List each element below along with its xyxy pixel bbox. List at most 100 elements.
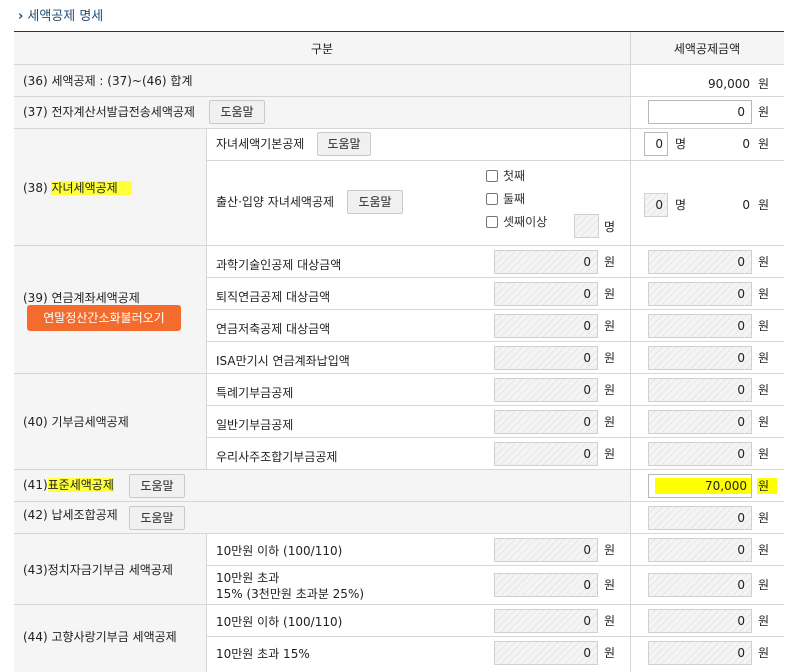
row37-help-button[interactable]: 도움말 <box>209 100 265 124</box>
row-border <box>14 64 784 65</box>
row42-unit: 원 <box>758 511 770 525</box>
row-border <box>14 373 784 374</box>
row38-label-main: 자녀세액공제 <box>51 181 132 195</box>
row44-amount-unit: 원 <box>758 646 770 660</box>
row39-amount-unit: 원 <box>758 319 770 333</box>
col-divider <box>630 64 631 672</box>
third-child-count-unit: 명 <box>604 220 616 234</box>
child-basic-amount: 0 <box>742 137 750 151</box>
row42-label: (42) 납세조합공제 <box>23 508 118 522</box>
first-child-label: 첫째 <box>503 169 526 183</box>
col-divider <box>206 245 207 469</box>
row-border <box>14 245 784 246</box>
row39-item-label: 과학기술인공제 대상금액 <box>216 258 342 272</box>
row40-item-label: 특례기부금공제 <box>216 386 294 400</box>
child-basic-count-input[interactable]: 0 <box>644 132 668 156</box>
row39-base-input[interactable]: 0 <box>494 314 598 338</box>
row40-amount-input[interactable]: 0 <box>648 378 752 402</box>
row39-item-label: 퇴직연금공제 대상금액 <box>216 290 331 304</box>
row40-amount-input[interactable]: 0 <box>648 410 752 434</box>
second-child-label: 둘째 <box>503 192 526 206</box>
row43-amount-unit: 원 <box>758 543 770 557</box>
row43-item-label: 10만원 초과 <box>216 571 280 585</box>
child-basic-help-button[interactable]: 도움말 <box>317 132 371 156</box>
child-birth-count-input[interactable]: 0 <box>644 193 668 217</box>
row41-help-button[interactable]: 도움말 <box>129 474 185 498</box>
row39-amount-input[interactable]: 0 <box>648 282 752 306</box>
row43-base-input[interactable]: 0 <box>494 538 598 562</box>
header-amount: 세액공제금액 <box>673 42 741 56</box>
row39-item-label: 연금저축공제 대상금액 <box>216 322 331 336</box>
row43-item-label-line2: 15% (3천만원 초과분 25%) <box>216 587 365 601</box>
row39-amount-input[interactable]: 0 <box>648 346 752 370</box>
row43-amount-input[interactable]: 0 <box>648 538 752 562</box>
row-border <box>206 309 784 310</box>
row39-amount-unit: 원 <box>758 255 770 269</box>
row41-amount-value: 70,000 <box>655 478 751 494</box>
row-border <box>14 501 784 502</box>
third-child-count-input[interactable] <box>574 214 599 238</box>
third-child-checkbox[interactable] <box>486 216 498 228</box>
row40-item-label: 우리사주조합기부금공제 <box>216 450 338 464</box>
row43-base-input[interactable]: 0 <box>494 573 598 597</box>
row36-amount: 90,000 <box>708 77 750 91</box>
row40-base-unit: 원 <box>604 415 616 429</box>
row40-amount-unit: 원 <box>758 415 770 429</box>
row37-label: (37) 전자계산서발급전송세액공제 <box>23 105 195 119</box>
row39-base-input[interactable]: 0 <box>494 250 598 274</box>
row-border <box>14 533 784 534</box>
row40-amount-unit: 원 <box>758 383 770 397</box>
child-birth-amount: 0 <box>742 198 750 212</box>
row36-label: (36) 세액공제 : (37)~(46) 합계 <box>23 74 193 88</box>
row44-label: (44) 고향사랑기부금 세액공제 <box>23 630 177 644</box>
row43-amount-input[interactable]: 0 <box>648 573 752 597</box>
row40-base-input[interactable]: 0 <box>494 442 598 466</box>
row40-base-input[interactable]: 0 <box>494 378 598 402</box>
col-divider <box>206 533 207 672</box>
row-border <box>14 128 784 129</box>
row38-label-prefix: (38) <box>23 181 48 195</box>
row44-amount-input[interactable]: 0 <box>648 641 752 665</box>
row-border <box>206 405 784 406</box>
row42-help-button[interactable]: 도움말 <box>129 506 185 530</box>
child-birth-label: 출산·입양 자녀세액공제 <box>216 195 335 209</box>
row43-amount-unit: 원 <box>758 578 770 592</box>
header-divider <box>630 32 631 64</box>
row37-unit: 원 <box>758 105 770 119</box>
row-border <box>206 341 784 342</box>
row44-item-label: 10만원 초과 15% <box>216 647 310 661</box>
row39-amount-input[interactable]: 0 <box>648 250 752 274</box>
row36-unit: 원 <box>758 77 770 91</box>
col-divider <box>206 128 207 245</box>
child-birth-help-button[interactable]: 도움말 <box>347 190 403 214</box>
row44-base-input[interactable]: 0 <box>494 641 598 665</box>
row41-amount-input[interactable]: 70,000 <box>648 474 752 498</box>
row40-base-unit: 원 <box>604 383 616 397</box>
row42-amount-input[interactable]: 0 <box>648 506 752 530</box>
row37-amount-input[interactable]: 0 <box>648 100 752 124</box>
first-child-checkbox[interactable] <box>486 170 498 182</box>
row41-label-prefix: (41) <box>23 478 48 492</box>
row40-base-input[interactable]: 0 <box>494 410 598 434</box>
row39-amount-input[interactable]: 0 <box>648 314 752 338</box>
row39-item-label: ISA만기시 연금계좌납입액 <box>216 354 350 368</box>
second-child-checkbox[interactable] <box>486 193 498 205</box>
third-child-label: 셋째이상 <box>503 215 548 229</box>
row39-base-input[interactable]: 0 <box>494 346 598 370</box>
row43-label: (43)정치자금기부금 세액공제 <box>23 563 173 577</box>
row39-amount-unit: 원 <box>758 287 770 301</box>
row40-amount-input[interactable]: 0 <box>648 442 752 466</box>
row39-base-input[interactable]: 0 <box>494 282 598 306</box>
row44-base-input[interactable]: 0 <box>494 609 598 633</box>
row-border <box>14 469 784 470</box>
row39-amount-unit: 원 <box>758 351 770 365</box>
row43-base-unit: 원 <box>604 578 616 592</box>
row40-amount-unit: 원 <box>758 447 770 461</box>
row44-amount-input[interactable]: 0 <box>648 609 752 633</box>
row-border <box>14 96 784 97</box>
row39-base-unit: 원 <box>604 287 616 301</box>
import-simplified-button[interactable]: 연말정산간소화불러오기 <box>27 305 181 331</box>
child-birth-unit: 원 <box>758 198 770 212</box>
header-category: 구분 <box>310 42 334 56</box>
row-border <box>206 636 784 637</box>
